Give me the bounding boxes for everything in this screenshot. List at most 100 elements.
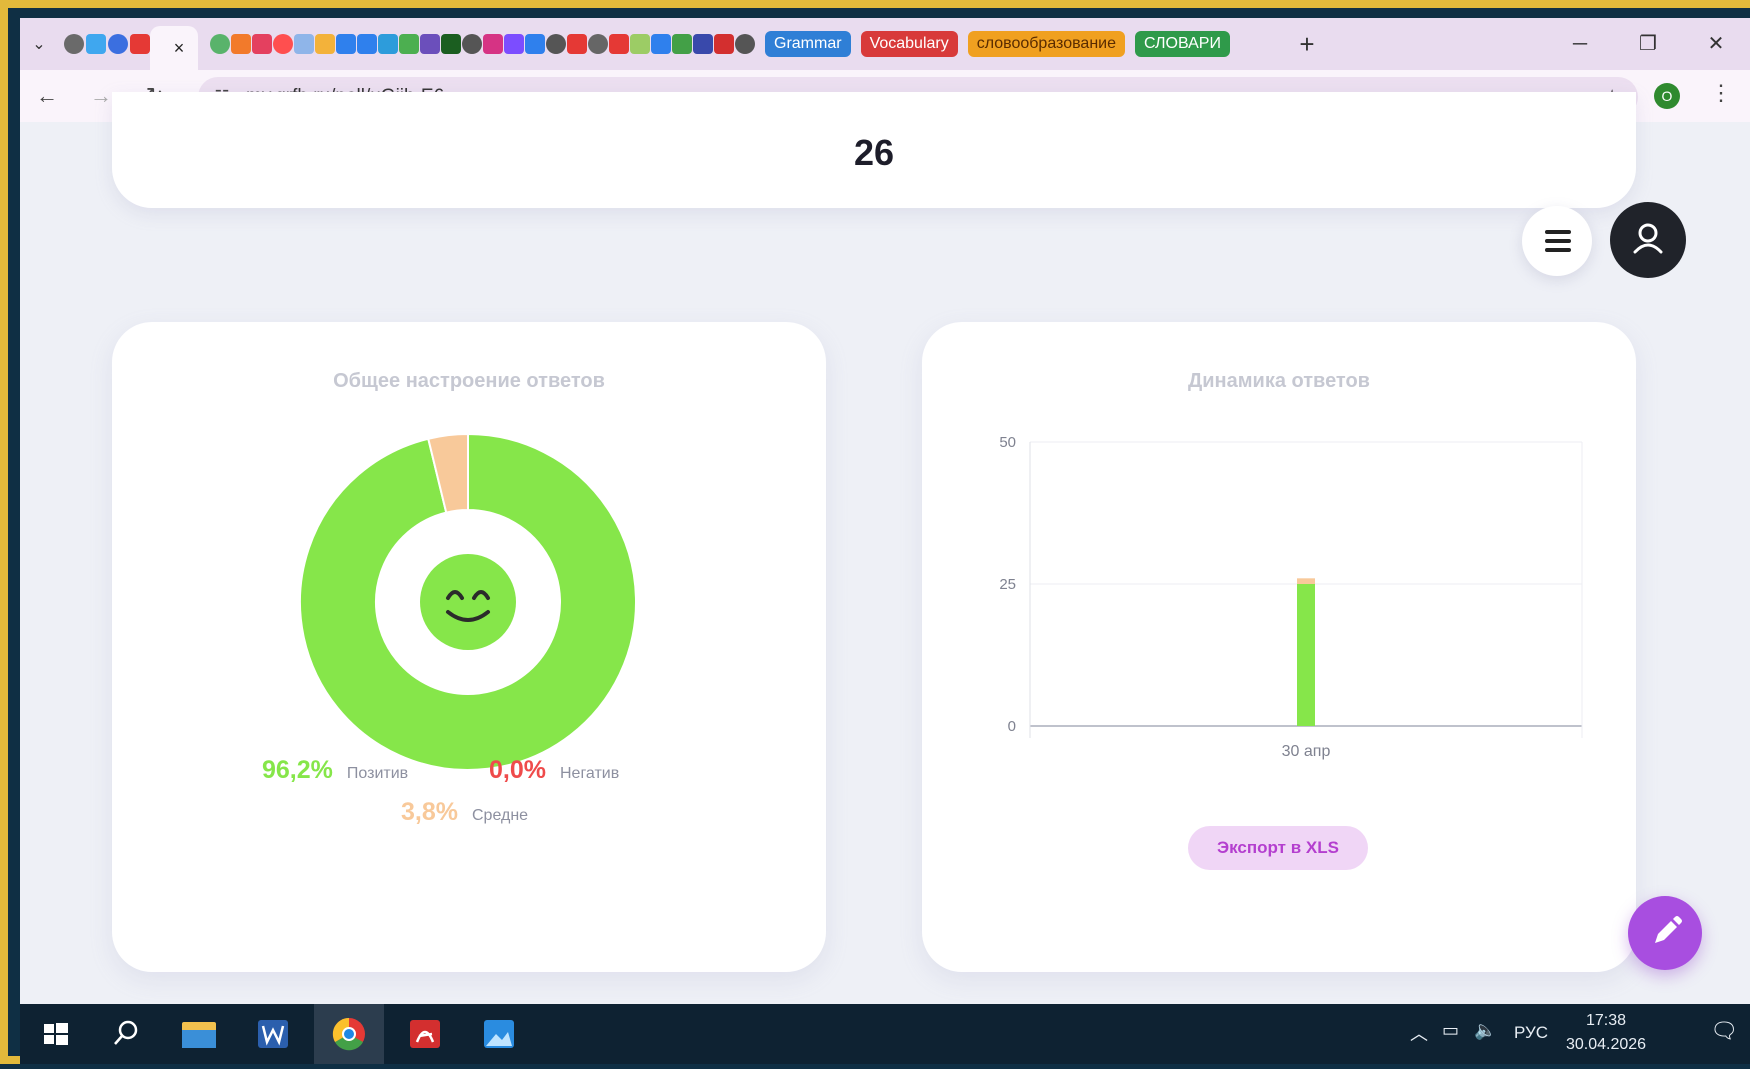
- volume-icon[interactable]: 🔈: [1474, 1020, 1496, 1041]
- taskbar-chrome[interactable]: [314, 1004, 384, 1064]
- network-icon[interactable]: ▭: [1442, 1020, 1459, 1041]
- tab-favicon[interactable]: [462, 34, 482, 54]
- tab-favicon[interactable]: [315, 34, 335, 54]
- taskbar-word[interactable]: [238, 1004, 308, 1064]
- tab-favicon[interactable]: [546, 34, 566, 54]
- tab-favicon[interactable]: [294, 34, 314, 54]
- mood-donut-chart: [299, 432, 637, 771]
- edit-fab-button[interactable]: [1628, 896, 1702, 970]
- taskbar-acrobat[interactable]: [390, 1004, 460, 1064]
- tab-search-chevron-icon[interactable]: ⌄: [20, 34, 58, 54]
- hamburger-line: [1545, 248, 1571, 252]
- notifications-icon[interactable]: 🗨: [1710, 1018, 1738, 1044]
- hamburger-line: [1545, 239, 1571, 243]
- pinned-tabs: [58, 34, 150, 54]
- mood-card: Общее настроение ответов 96,2% Позитив 0…: [112, 322, 826, 972]
- tab-favicon[interactable]: [420, 34, 440, 54]
- tab-favicon[interactable]: [504, 34, 524, 54]
- user-account-button[interactable]: [1610, 202, 1686, 278]
- close-tab-icon[interactable]: ×: [168, 38, 190, 59]
- legend-negative-value: 0,0%: [489, 756, 546, 784]
- pinned-tab-icon[interactable]: [130, 34, 150, 54]
- minimize-icon[interactable]: ─: [1546, 18, 1614, 70]
- total-answers-value: 26: [853, 132, 895, 173]
- total-answers-card: 26: [112, 92, 1636, 208]
- legend-negative-label: Негатив: [559, 765, 620, 782]
- hamburger-line: [1545, 230, 1571, 234]
- y-tick-label: 25: [999, 576, 1016, 593]
- taskbar-file-explorer[interactable]: [164, 1004, 234, 1064]
- system-tray: ︿ ▭ 🔈 РУС 17:38 30.04.2026 🗨: [1410, 1004, 1750, 1064]
- tab-favicon[interactable]: [210, 34, 230, 54]
- pdf-icon: [410, 1020, 440, 1048]
- desktop-screen: ⌄ × Grammar Vocabulary словообразование …: [20, 18, 1750, 1004]
- input-language[interactable]: РУС: [1514, 1023, 1548, 1043]
- pinned-tab-icon[interactable]: [86, 34, 106, 54]
- taskbar-search-button[interactable]: [90, 1004, 160, 1064]
- window-controls: ─ ❐ ✕: [1546, 18, 1750, 70]
- bar-segment-1[interactable]: [1297, 578, 1315, 584]
- poll-page: 26 Общее настроение ответов 96,2% Позити…: [20, 92, 1750, 1004]
- tab-favicon[interactable]: [378, 34, 398, 54]
- word-icon: [258, 1020, 288, 1048]
- tab-favicon[interactable]: [651, 34, 671, 54]
- tab-favicon[interactable]: [714, 34, 734, 54]
- dynamics-bar-chart: 0 25 50 30 апр: [999, 434, 1583, 760]
- tab-favicon[interactable]: [735, 34, 755, 54]
- active-tab[interactable]: ×: [150, 26, 198, 70]
- tab-favicon[interactable]: [336, 34, 356, 54]
- tray-chevron-icon[interactable]: ︿: [1410, 1020, 1428, 1046]
- hamburger-menu-button[interactable]: [1522, 206, 1592, 276]
- close-window-icon[interactable]: ✕: [1682, 18, 1750, 70]
- tab-favicon[interactable]: [525, 34, 545, 54]
- tab-favicons: [210, 34, 755, 54]
- tab-favicon[interactable]: [672, 34, 692, 54]
- tab-favicon[interactable]: [441, 34, 461, 54]
- bookmark-chip-grammar[interactable]: Grammar: [765, 31, 851, 57]
- tab-favicon[interactable]: [357, 34, 377, 54]
- clock-date[interactable]: 30.04.2026: [1566, 1036, 1646, 1054]
- pencil-icon: [1655, 916, 1682, 943]
- restore-icon[interactable]: ❐: [1614, 18, 1682, 70]
- back-arrow-icon[interactable]: ←: [20, 83, 74, 109]
- tab-favicon[interactable]: [609, 34, 629, 54]
- tab-favicon[interactable]: [630, 34, 650, 54]
- legend-neutral: 3,8% Средне: [401, 798, 528, 827]
- taskbar-photos[interactable]: [464, 1004, 534, 1064]
- tab-favicon[interactable]: [567, 34, 587, 54]
- legend-neutral-value: 3,8%: [401, 798, 458, 826]
- export-xls-button[interactable]: Экспорт в XLS: [1188, 826, 1368, 870]
- windows-start-button[interactable]: [20, 1004, 90, 1064]
- legend-negative: 0,0% Негатив: [489, 756, 619, 785]
- tab-favicon[interactable]: [399, 34, 419, 54]
- bar-segment-0[interactable]: [1297, 584, 1315, 726]
- user-icon: [1633, 223, 1663, 254]
- bookmark-chip-word-formation[interactable]: словообразование: [967, 31, 1125, 57]
- clock-time[interactable]: 17:38: [1586, 1012, 1626, 1030]
- dynamics-card: Динамика ответов 0 25 50 30 апр Экспорт в X…: [922, 322, 1636, 972]
- profile-avatar[interactable]: O: [1654, 83, 1680, 109]
- pinned-tab-icon[interactable]: [64, 34, 84, 54]
- bookmark-chip-dictionaries[interactable]: СЛОВАРИ: [1135, 31, 1230, 57]
- tab-favicon[interactable]: [273, 34, 293, 54]
- photos-icon: [484, 1020, 514, 1048]
- tab-favicon[interactable]: [483, 34, 503, 54]
- tab-favicon[interactable]: [231, 34, 251, 54]
- new-tab-plus-icon[interactable]: +: [1292, 29, 1322, 60]
- folder-icon: [182, 1022, 216, 1048]
- legend-positive-value: 96,2%: [262, 756, 333, 784]
- tab-favicon[interactable]: [588, 34, 608, 54]
- smiley-face: [420, 554, 516, 650]
- mood-card-title: Общее настроение ответов: [333, 370, 605, 392]
- browser-tab-strip: ⌄ × Grammar Vocabulary словообразование …: [20, 18, 1750, 70]
- browser-menu-icon[interactable]: ⋮: [1710, 80, 1732, 106]
- x-tick-label: 30 апр: [1282, 743, 1331, 760]
- bookmark-chip-vocabulary[interactable]: Vocabulary: [860, 31, 958, 57]
- legend-neutral-label: Средне: [471, 807, 529, 824]
- tab-favicon[interactable]: [252, 34, 272, 54]
- y-tick-label: 0: [1008, 718, 1016, 735]
- pinned-tab-icon[interactable]: [108, 34, 128, 54]
- tab-favicon[interactable]: [693, 34, 713, 54]
- chrome-icon: [332, 1017, 365, 1051]
- search-icon: [114, 1020, 138, 1045]
